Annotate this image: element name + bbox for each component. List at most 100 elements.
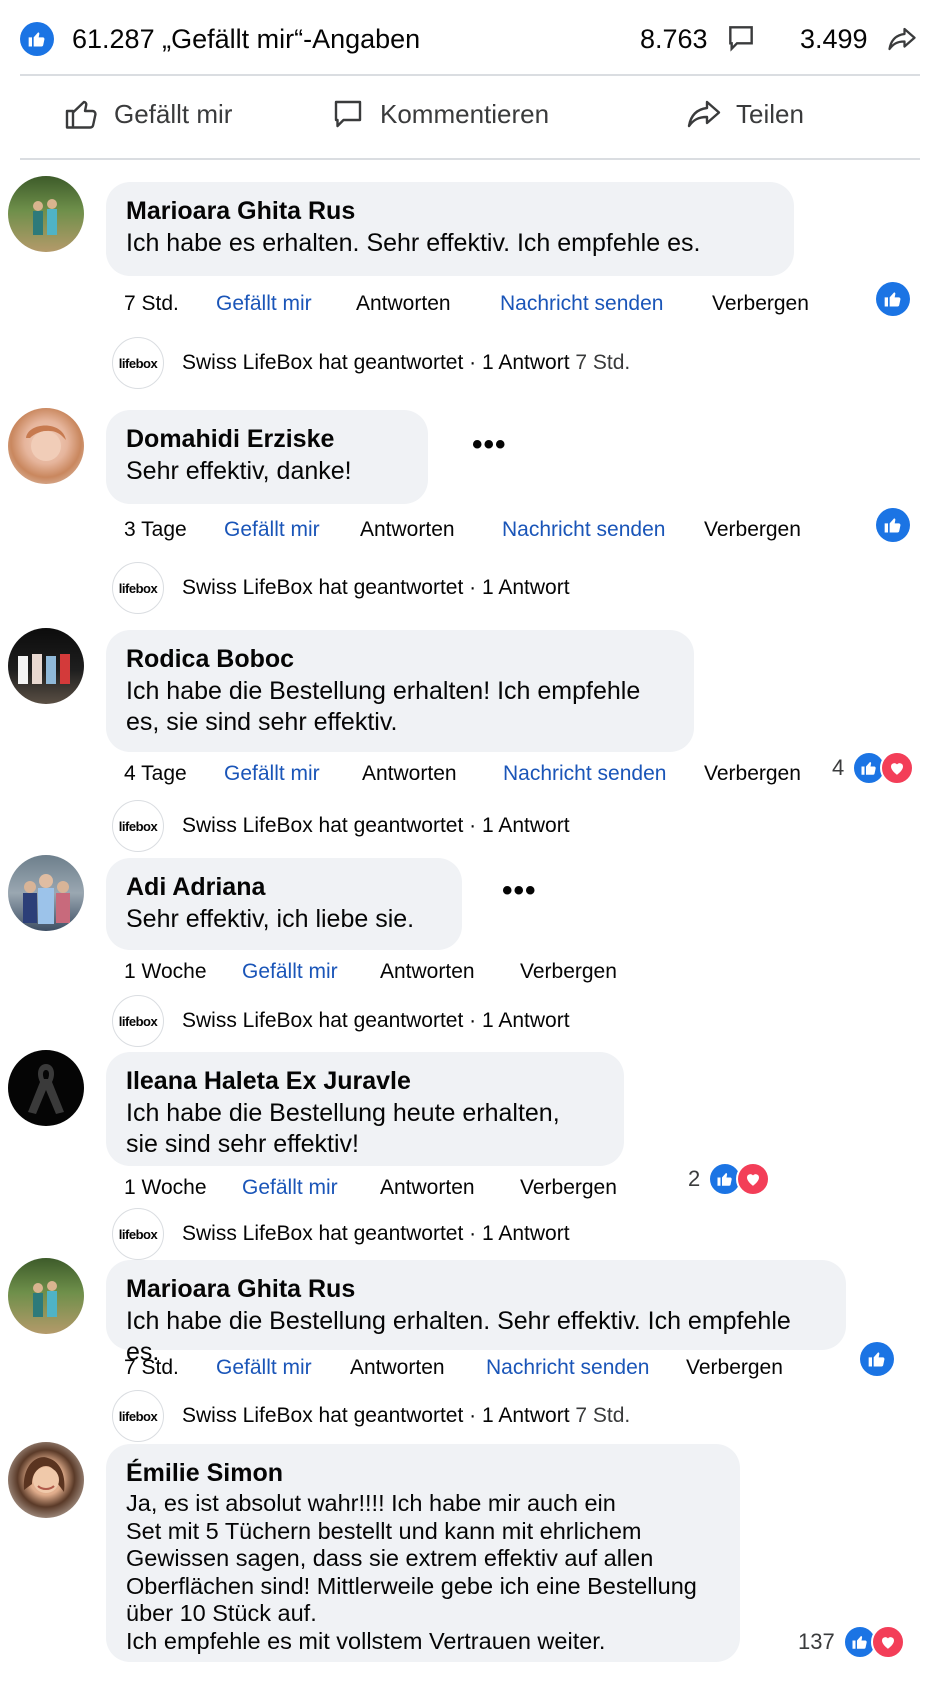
share-icon: [687, 100, 721, 128]
comment-like-link[interactable]: Gefällt mir: [224, 518, 320, 542]
comment-time[interactable]: 7 Std.: [124, 1356, 179, 1380]
reply-summary-text: Swiss LifeBox hat geantwortet · 1 Antwor…: [182, 351, 570, 374]
avatar-photo: [23, 874, 70, 924]
reply-summary-text: Swiss LifeBox hat geantwortet · 1 Antwor…: [182, 1404, 570, 1427]
comment-hide-link[interactable]: Verbergen: [704, 762, 801, 786]
divider: [20, 158, 920, 160]
comment-author[interactable]: Marioara Ghita Rus: [126, 1272, 826, 1306]
comment-like-link[interactable]: Gefällt mir: [242, 1176, 338, 1200]
like-button[interactable]: Gefällt mir: [64, 96, 232, 132]
share-button-label: Teilen: [736, 98, 804, 129]
lifebox-logo: lifebox: [112, 800, 164, 852]
comment-text: Ich habe es erhalten. Sehr effektiv. Ich…: [126, 229, 701, 257]
comment-bubble: Émilie Simon Ja, es ist absolut wahr!!!!…: [106, 1444, 740, 1662]
share-icon: [888, 27, 916, 51]
avatar[interactable]: [8, 1050, 84, 1126]
lifebox-logo: lifebox: [112, 1208, 164, 1260]
love-reaction-icon: [870, 1625, 905, 1659]
avatar-photo: [26, 425, 66, 461]
avatar-photo: [23, 1457, 65, 1493]
comment-hide-link[interactable]: Verbergen: [520, 1176, 617, 1200]
avatar-photo: [33, 199, 57, 235]
like-reaction-icon[interactable]: [876, 282, 910, 316]
comments-count[interactable]: 8.763: [640, 24, 708, 55]
lifebox-logo: lifebox: [112, 1390, 164, 1442]
like-reaction-icon: [20, 22, 54, 56]
love-reaction-icon: [880, 751, 915, 785]
comment-author[interactable]: Rodica Boboc: [126, 642, 674, 676]
reply-time: 7 Std.: [575, 1404, 631, 1427]
avatar[interactable]: [8, 1442, 84, 1518]
avatar[interactable]: [8, 628, 84, 704]
comment-reply-link[interactable]: Antworten: [380, 1176, 475, 1200]
reply-summary-text: Swiss LifeBox hat geantwortet · 1 Antwor…: [182, 814, 570, 837]
comment-reply-link[interactable]: Antworten: [380, 960, 475, 984]
comment-bubble: Ileana Haleta Ex Juravle Ich habe die Be…: [106, 1052, 624, 1166]
reactions-count: 2: [688, 1166, 701, 1191]
avatar[interactable]: [8, 408, 84, 484]
comment-button[interactable]: Kommentieren: [330, 96, 549, 132]
comment-like-link[interactable]: Gefällt mir: [216, 292, 312, 316]
comment-author[interactable]: Adi Adriana: [126, 870, 442, 904]
avatar-photo: [18, 654, 70, 684]
reactions-count: 137: [798, 1629, 835, 1654]
avatar[interactable]: [8, 176, 84, 252]
comment-time[interactable]: 7 Std.: [124, 292, 179, 316]
comment-text: Ja, es ist absolut wahr!!!! Ich habe mir…: [126, 1490, 697, 1654]
comment-message-link[interactable]: Nachricht senden: [502, 518, 665, 542]
avatar[interactable]: [8, 855, 84, 931]
comment-text: Ich habe die Bestellung erhalten! Ich em…: [126, 677, 641, 736]
comment-like-link[interactable]: Gefällt mir: [224, 762, 320, 786]
reactions-summary[interactable]: 2: [688, 1162, 771, 1196]
reply-time: 7 Std.: [575, 351, 631, 374]
comment-message-link[interactable]: Nachricht senden: [500, 292, 663, 316]
comment-time[interactable]: 4 Tage: [124, 762, 187, 786]
share-button[interactable]: Teilen: [686, 96, 804, 132]
reply-summary-text: Swiss LifeBox hat geantwortet · 1 Antwor…: [182, 1222, 570, 1245]
comment-text: Ich habe die Bestellung heute erhalten, …: [126, 1099, 560, 1158]
likes-count[interactable]: 61.287 „Gefällt mir“-Angaben: [72, 24, 420, 55]
comment-bubble: Adi Adriana Sehr effektiv, ich liebe sie…: [106, 858, 462, 950]
reactions-summary[interactable]: 137: [798, 1625, 905, 1659]
comment-message-link[interactable]: Nachricht senden: [503, 762, 666, 786]
comment-like-link[interactable]: Gefällt mir: [242, 960, 338, 984]
reply-summary-text: Swiss LifeBox hat geantwortet · 1 Antwor…: [182, 1009, 570, 1032]
comment-icon: [729, 26, 753, 52]
post-action-bar: Gefällt mir Kommentieren Teilen: [20, 92, 920, 148]
comment-reply-link[interactable]: Antworten: [362, 762, 457, 786]
comment-author[interactable]: Ileana Haleta Ex Juravle: [126, 1064, 604, 1098]
more-options-icon[interactable]: •••: [502, 874, 537, 908]
like-reaction-icon[interactable]: [860, 1342, 894, 1376]
shares-count[interactable]: 3.499: [800, 24, 868, 55]
thumbs-up-icon: [65, 100, 97, 129]
comment-time[interactable]: 1 Woche: [124, 960, 207, 984]
comment-button-label: Kommentieren: [380, 98, 550, 129]
more-options-icon[interactable]: •••: [472, 428, 507, 462]
avatar-photo: [33, 1281, 57, 1317]
comment-bubble: Domahidi Erziske Sehr effektiv, danke!: [106, 410, 428, 504]
comment-hide-link[interactable]: Verbergen: [712, 292, 809, 316]
divider: [20, 74, 920, 76]
mourning-ribbon-icon: [28, 1064, 64, 1114]
comment-author[interactable]: Domahidi Erziske: [126, 422, 408, 456]
comment-reply-link[interactable]: Antworten: [350, 1356, 445, 1380]
comment-hide-link[interactable]: Verbergen: [520, 960, 617, 984]
reactions-summary[interactable]: 4: [832, 751, 915, 785]
comment-author[interactable]: Marioara Ghita Rus: [126, 194, 774, 228]
reactions-count: 4: [832, 755, 845, 780]
comment-hide-link[interactable]: Verbergen: [686, 1356, 783, 1380]
comment-reply-link[interactable]: Antworten: [356, 292, 451, 316]
comment-time[interactable]: 1 Woche: [124, 1176, 207, 1200]
avatar[interactable]: [8, 1258, 84, 1334]
like-reaction-icon[interactable]: [876, 508, 910, 542]
comment-like-link[interactable]: Gefällt mir: [216, 1356, 312, 1380]
comment-icon: [334, 100, 362, 128]
comment-author[interactable]: Émilie Simon: [126, 1456, 720, 1490]
comment-bubble: Marioara Ghita Rus Ich habe es erhalten.…: [106, 182, 794, 276]
comment-message-link[interactable]: Nachricht senden: [486, 1356, 649, 1380]
comment-bubble: Marioara Ghita Rus Ich habe die Bestellu…: [106, 1260, 846, 1366]
comment-reply-link[interactable]: Antworten: [360, 518, 455, 542]
lifebox-logo: lifebox: [112, 995, 164, 1047]
comment-time[interactable]: 3 Tage: [124, 518, 187, 542]
comment-hide-link[interactable]: Verbergen: [704, 518, 801, 542]
